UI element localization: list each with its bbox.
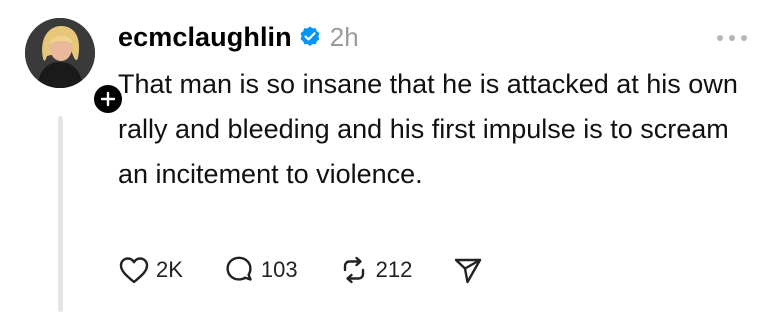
post-actions: 2K 103 212 [118, 250, 524, 290]
comment-bubble-icon [226, 256, 252, 281]
post-timestamp: 2h [329, 21, 359, 52]
share-button[interactable] [452, 255, 484, 285]
like-count: 2K [156, 257, 183, 282]
reply-button[interactable]: 103 [223, 255, 298, 285]
more-options-button[interactable] [712, 26, 752, 50]
repost-icon [343, 256, 364, 284]
username[interactable]: ecmclaughlin [118, 22, 292, 53]
more-horizontal-icon [717, 35, 747, 41]
post-header: ecmclaughlin 2h [118, 18, 359, 56]
avatar-container[interactable] [25, 18, 125, 116]
like-button[interactable]: 2K [118, 255, 183, 285]
verified-badge-icon [300, 26, 320, 46]
avatar[interactable] [25, 18, 95, 88]
thread-line [58, 116, 63, 312]
heart-icon [119, 257, 149, 284]
post-body: That man is so insane that he is attacke… [118, 69, 738, 189]
send-icon [455, 258, 482, 284]
repost-count: 212 [375, 257, 413, 282]
repost-button[interactable]: 212 [338, 255, 413, 285]
plus-icon [100, 91, 116, 107]
reply-count: 103 [260, 257, 298, 282]
